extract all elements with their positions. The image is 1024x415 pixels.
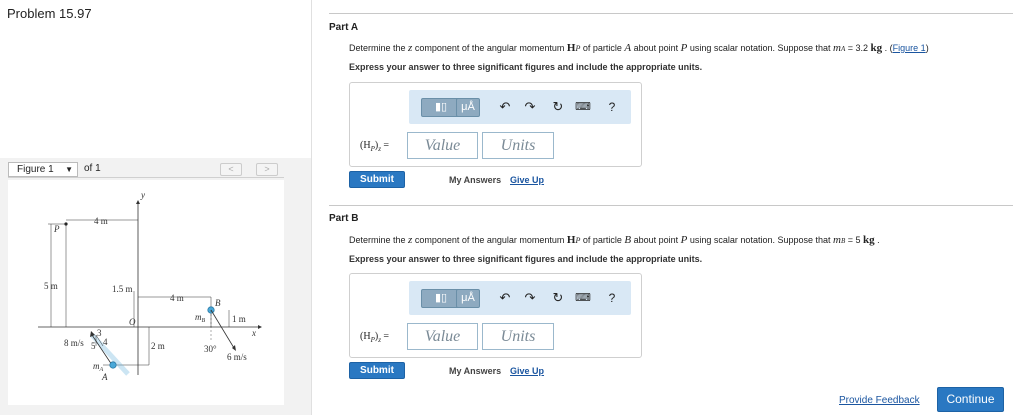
left-panel: Problem 15.97 Figure 1 ▼ of 1 < > y x P …	[0, 0, 311, 415]
angle-30: 30°	[204, 344, 217, 354]
figure-count: of 1	[84, 163, 101, 174]
part-a-answer-label: (HP)z =	[360, 140, 390, 153]
part-b-give-up[interactable]: Give Up	[510, 366, 544, 376]
slope-4: 4	[103, 337, 108, 347]
origin-O-label: O	[129, 317, 136, 327]
part-b-units-input[interactable]: Units	[482, 323, 554, 350]
part-a-my-answers[interactable]: My Answers	[449, 175, 501, 185]
part-b-value-input[interactable]: Value	[407, 323, 478, 350]
templates-button[interactable]: ▮▯	[421, 98, 461, 117]
part-a-math-toolbar: ▮▯ μÅ ↶ ↷ ↻ ⌨ ?	[409, 90, 631, 124]
part-a-answer-box: ▮▯ μÅ ↶ ↷ ↻ ⌨ ? (HP)z = Value Units	[349, 82, 642, 167]
prev-figure-button[interactable]: <	[220, 163, 242, 176]
particle-A	[109, 361, 117, 369]
slope-5: 5	[91, 341, 96, 351]
x-axis-label: x	[251, 328, 256, 338]
dim-1-5m: 1.5 m	[112, 284, 133, 294]
undo-icon[interactable]: ↶	[496, 289, 514, 307]
y-axis-label: y	[140, 190, 145, 200]
part-a-instruction: Express your answer to three significant…	[349, 62, 703, 72]
help-icon[interactable]: ?	[603, 289, 621, 307]
part-b-divider	[329, 205, 1013, 206]
part-a-prompt: Determine the z component of the angular…	[349, 42, 929, 54]
part-a-give-up[interactable]: Give Up	[510, 175, 544, 185]
part-b-answer-label: (HP)z =	[360, 331, 390, 344]
part-a-label: Part A	[329, 22, 359, 33]
problem-title: Problem 15.97	[7, 6, 92, 21]
slope-3: 3	[97, 328, 102, 338]
figure-select[interactable]: Figure 1 ▼	[8, 162, 78, 177]
part-a-units-input[interactable]: Units	[482, 132, 554, 159]
part-b-math-toolbar: ▮▯ μÅ ↶ ↷ ↻ ⌨ ?	[409, 281, 631, 315]
chevron-down-icon: ▼	[65, 165, 73, 174]
part-a-divider	[329, 13, 1013, 14]
keyboard-icon[interactable]: ⌨	[574, 289, 592, 307]
figure-background	[8, 180, 284, 405]
reset-icon[interactable]: ↻	[549, 289, 567, 307]
part-b-answer-box: ▮▯ μÅ ↶ ↷ ↻ ⌨ ? (HP)z = Value Units	[349, 273, 642, 358]
provide-feedback-link[interactable]: Provide Feedback	[839, 395, 920, 406]
templates-button[interactable]: ▮▯	[421, 289, 461, 308]
figure-select-value: Figure 1	[17, 164, 54, 175]
velocity-A-label: 8 m/s	[64, 338, 84, 348]
units-symbols-button[interactable]: μÅ	[456, 289, 480, 308]
part-b-my-answers[interactable]: My Answers	[449, 366, 501, 376]
figure-nav-bar: Figure 1 ▼ of 1 < >	[8, 162, 284, 178]
figure-1-link[interactable]: Figure 1	[893, 43, 926, 53]
part-b-prompt: Determine the z component of the angular…	[349, 234, 880, 246]
dim-4m-top: 4 m	[94, 216, 108, 226]
dim-2m: 2 m	[151, 341, 165, 351]
part-b-submit-button[interactable]: Submit	[349, 362, 405, 379]
reset-icon[interactable]: ↻	[549, 98, 567, 116]
particle-A-label: A	[101, 372, 108, 382]
undo-icon[interactable]: ↶	[496, 98, 514, 116]
part-a-value-input[interactable]: Value	[407, 132, 478, 159]
part-b-instruction: Express your answer to three significant…	[349, 254, 703, 264]
continue-button[interactable]: Continue	[937, 387, 1004, 412]
next-figure-button[interactable]: >	[256, 163, 278, 176]
redo-icon[interactable]: ↷	[521, 289, 539, 307]
dim-1m: 1 m	[232, 314, 246, 324]
parts-panel: Part A Determine the z component of the …	[311, 0, 1024, 415]
dim-4m-mid: 4 m	[170, 293, 184, 303]
particle-B-label: B	[215, 298, 221, 308]
redo-icon[interactable]: ↷	[521, 98, 539, 116]
help-icon[interactable]: ?	[603, 98, 621, 116]
figure-diagram: y x P 4 m 5 m 1.5 m O 4 m B mB 1 m 30° 6…	[8, 180, 284, 405]
part-b-label: Part B	[329, 213, 359, 224]
units-symbols-button[interactable]: μÅ	[456, 98, 480, 117]
part-a-submit-button[interactable]: Submit	[349, 171, 405, 188]
keyboard-icon[interactable]: ⌨	[574, 98, 592, 116]
point-P-label: P	[53, 224, 60, 234]
velocity-B-label: 6 m/s	[227, 352, 247, 362]
problem-header: Problem 15.97	[0, 0, 311, 158]
